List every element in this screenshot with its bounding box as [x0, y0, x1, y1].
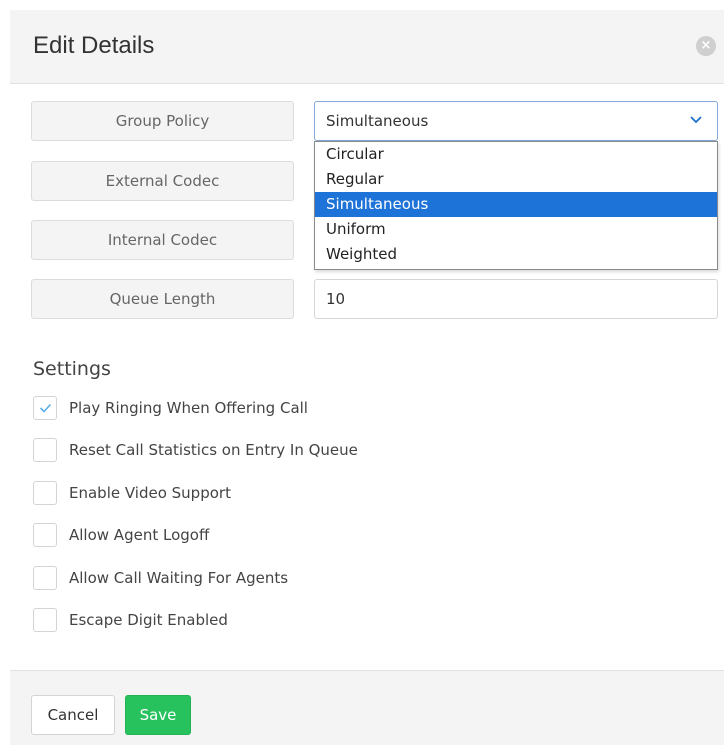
video-support-label: Enable Video Support — [69, 484, 231, 502]
dropdown-option-regular[interactable]: Regular — [315, 167, 717, 192]
group-policy-dropdown: Circular Regular Simultaneous Uniform We… — [314, 141, 718, 270]
group-policy-label: Group Policy — [31, 101, 294, 141]
dropdown-option-circular[interactable]: Circular — [315, 142, 717, 167]
queue-length-label: Queue Length — [31, 279, 294, 319]
settings-title: Settings — [33, 358, 111, 380]
agent-logoff-checkbox[interactable] — [33, 523, 57, 547]
escape-digit-label: Escape Digit Enabled — [69, 611, 228, 629]
call-waiting-label: Allow Call Waiting For Agents — [69, 569, 289, 587]
play-ringing-label: Play Ringing When Offering Call — [69, 399, 308, 417]
dialog-title: Edit Details — [33, 32, 155, 59]
dialog-footer — [10, 670, 724, 745]
cancel-button[interactable]: Cancel — [31, 695, 115, 735]
internal-codec-label: Internal Codec — [31, 220, 294, 260]
agent-logoff-label: Allow Agent Logoff — [69, 526, 210, 544]
dropdown-option-simultaneous[interactable]: Simultaneous — [315, 192, 717, 217]
play-ringing-checkbox[interactable] — [33, 396, 57, 420]
check-icon — [39, 403, 52, 413]
chevron-down-icon — [690, 116, 702, 124]
dialog-header: Edit Details × — [10, 10, 724, 84]
reset-stats-label: Reset Call Statistics on Entry In Queue — [69, 441, 358, 459]
reset-stats-checkbox[interactable] — [33, 438, 57, 462]
queue-length-value: 10 — [326, 290, 346, 308]
save-button[interactable]: Save — [125, 695, 191, 735]
call-waiting-checkbox[interactable] — [33, 566, 57, 590]
external-codec-label: External Codec — [31, 161, 294, 201]
dropdown-option-uniform[interactable]: Uniform — [315, 217, 717, 242]
group-policy-value: Simultaneous — [326, 112, 429, 130]
group-policy-select[interactable]: Simultaneous — [314, 101, 718, 141]
escape-digit-checkbox[interactable] — [33, 608, 57, 632]
queue-length-input[interactable]: 10 — [314, 279, 718, 319]
video-support-checkbox[interactable] — [33, 481, 57, 505]
close-icon[interactable]: × — [696, 36, 716, 56]
dropdown-option-weighted[interactable]: Weighted — [315, 242, 717, 267]
